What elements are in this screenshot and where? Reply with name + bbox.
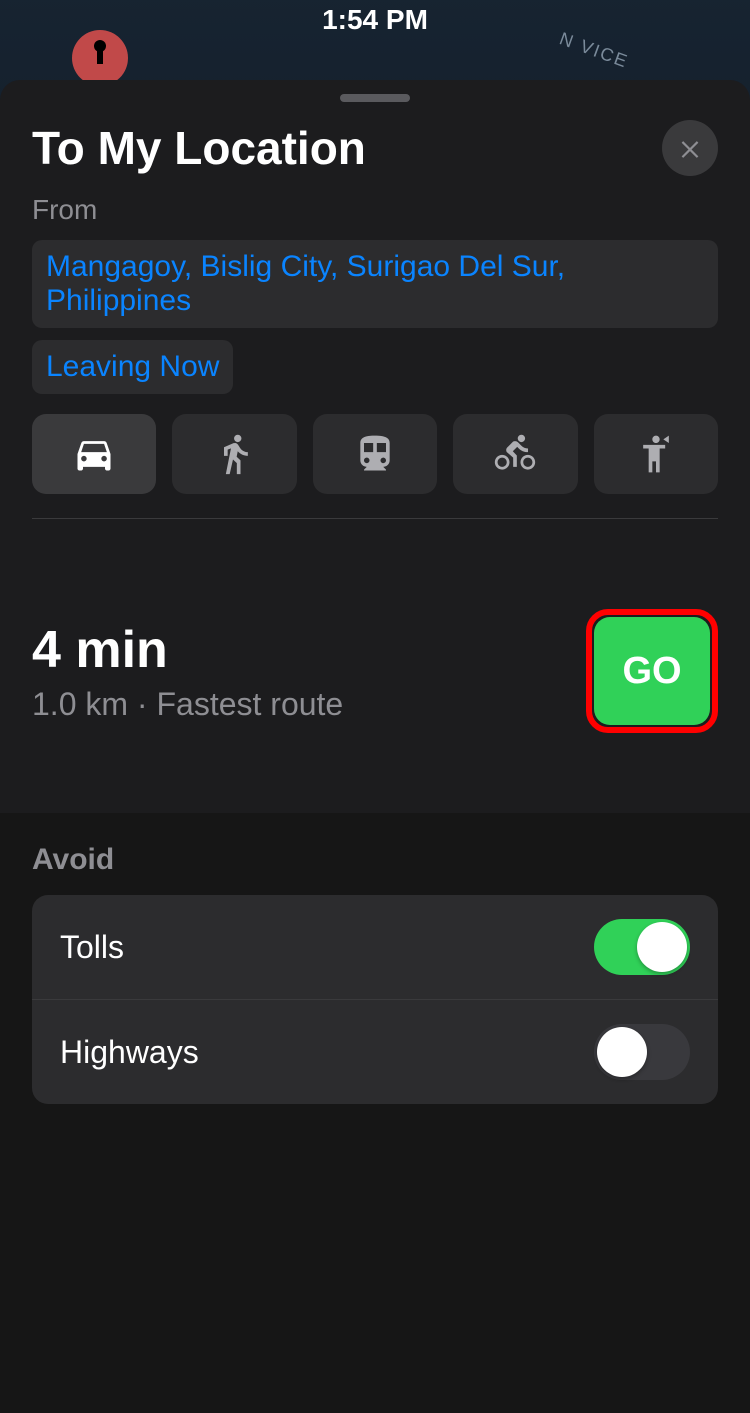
- walk-icon: [213, 432, 257, 476]
- highways-toggle[interactable]: [594, 1024, 690, 1080]
- route-info: 4 min 1.0 km · Fastest route: [32, 620, 343, 723]
- car-icon: [72, 432, 116, 476]
- avoid-list: Tolls Highways: [32, 895, 718, 1104]
- avoid-row-highways: Highways: [32, 999, 718, 1104]
- tolls-toggle[interactable]: [594, 919, 690, 975]
- transit-icon: [353, 432, 397, 476]
- mode-drive[interactable]: [32, 414, 156, 494]
- status-time: 1:54 PM: [322, 4, 428, 36]
- mode-walk[interactable]: [172, 414, 296, 494]
- toggle-knob: [637, 922, 687, 972]
- sheet-grabber[interactable]: [340, 94, 410, 102]
- from-location-chip[interactable]: Mangagoy, Bislig City, Surigao Del Sur, …: [32, 240, 718, 328]
- go-button[interactable]: GO: [594, 617, 710, 725]
- route-details: 1.0 km · Fastest route: [32, 686, 343, 723]
- mode-rideshare[interactable]: [594, 414, 718, 494]
- mode-transit[interactable]: [313, 414, 437, 494]
- avoid-row-tolls: Tolls: [32, 895, 718, 999]
- departure-chip[interactable]: Leaving Now: [32, 340, 233, 394]
- from-label: From: [0, 176, 750, 240]
- avoid-label: Highways: [60, 1034, 199, 1071]
- avoid-section-title: Avoid: [32, 843, 718, 877]
- bike-icon: [493, 432, 537, 476]
- rideshare-icon: [634, 432, 678, 476]
- status-bar: 1:54 PM: [0, 0, 750, 40]
- close-icon: [677, 135, 703, 161]
- page-title: To My Location: [32, 121, 366, 175]
- toggle-knob: [597, 1027, 647, 1077]
- avoid-label: Tolls: [60, 929, 124, 966]
- directions-sheet: To My Location From Mangagoy, Bislig Cit…: [0, 80, 750, 1334]
- go-highlight: GO: [586, 609, 718, 733]
- route-duration: 4 min: [32, 620, 343, 680]
- mode-cycle[interactable]: [453, 414, 577, 494]
- close-button[interactable]: [662, 120, 718, 176]
